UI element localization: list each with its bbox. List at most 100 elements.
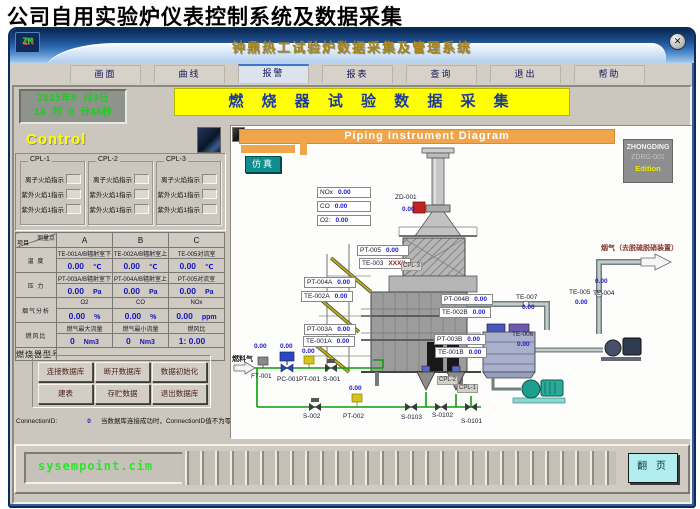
- connection-status: ConnectionID:0当数据库连接成功时，ConnectionID值不为零…: [16, 415, 256, 425]
- te-005-tag: TE-005: [569, 289, 590, 296]
- te-004-tag: TE-004: [593, 290, 614, 297]
- te-001a-readout: TE-001A0.00: [303, 336, 355, 347]
- tab-alarm[interactable]: 报警: [238, 64, 309, 83]
- group-title: CPL-2: [96, 156, 120, 163]
- simulation-button[interactable]: 仿真: [245, 156, 281, 173]
- diagram-title: Piping Instrument Diagram: [239, 129, 615, 144]
- indicator-label: 紫外火焰1指示: [89, 204, 132, 214]
- indicator-label: 紫外火焰1指示: [21, 204, 64, 214]
- s-002-tag: S-002: [303, 413, 320, 420]
- group-title: CPL-1: [28, 156, 52, 163]
- screen: 公司自用实验炉仪表控制系统及数据采集 ZM 钟鼎热工试验炉数据采集及管理系统 ✕…: [0, 0, 700, 509]
- cell-tag: CO: [113, 298, 169, 309]
- init-data-button[interactable]: 数据初始化: [152, 362, 207, 382]
- cell-tag: TE-002A/B辐射室上: [113, 248, 169, 259]
- cell-value: 1: 0.00: [169, 334, 225, 348]
- te-007-value: 0.00: [522, 304, 535, 311]
- flame-indicator: [202, 189, 217, 199]
- indicator-label: 紫外火焰1指示: [157, 204, 200, 214]
- cell-value: 0.00ppm: [169, 309, 225, 323]
- connect-db-button[interactable]: 连接数据库: [38, 362, 93, 382]
- database-button-panel: 连接数据库 断开数据库 数据初始化 建表 存贮数据 退出数据库: [32, 355, 211, 408]
- cell-tag: TE-005对流室: [169, 248, 225, 259]
- orange-bar: [241, 145, 295, 153]
- indicator-label: 离子火焰指示: [93, 174, 132, 184]
- tab-query[interactable]: 查询: [406, 65, 477, 83]
- zd-001-tag: ZD-001: [395, 194, 417, 201]
- flame-indicator: [66, 174, 81, 184]
- te-004-value: 0.00: [595, 278, 608, 285]
- row-label: 烟气分析: [16, 298, 57, 323]
- induced-draft-fan: [601, 338, 641, 361]
- titlebar: ZM 钟鼎热工试验炉数据采集及管理系统 ✕: [10, 29, 694, 63]
- cell-tag: PT-005对流室: [169, 273, 225, 284]
- tab-help[interactable]: 帮助: [574, 65, 645, 83]
- pt-001-value: 0.00: [302, 348, 315, 355]
- cell-value: 0.00℃: [57, 259, 113, 273]
- flue-gas-label: 烟气（去脱硫脱硝装置）: [601, 243, 678, 253]
- tab-screen[interactable]: 画面: [70, 65, 141, 83]
- time-text: 14 时 9 分48秒: [21, 106, 125, 120]
- chimney: [415, 148, 461, 236]
- o2-readout: O2:0.00: [317, 215, 371, 226]
- cell-tag: NOx: [169, 298, 225, 309]
- flame-indicator: [66, 189, 81, 199]
- close-button[interactable]: ✕: [669, 33, 686, 50]
- app-window: ZM 钟鼎热工试验炉数据采集及管理系统 ✕ 画面 曲线 报警 报表 查询 退出 …: [8, 27, 696, 508]
- date-text: 2015年9 月9日: [21, 92, 125, 106]
- pt-003a-readout: PT-003A0.00: [304, 324, 356, 335]
- cpl-1-tag: CPL-1: [457, 384, 478, 393]
- cell-tag: TE-001A/B辐射室下: [57, 248, 113, 259]
- client-area: 2015年9 月9日 14 时 9 分48秒 燃 烧 器 试 验 数 据 采 集…: [12, 85, 692, 504]
- te-005-value: 0.00: [575, 299, 588, 306]
- piping-diagram: Piping Instrument Diagram 仿真 ZHONGDING Z…: [230, 125, 692, 439]
- circulation-pump: [493, 378, 565, 403]
- statusbar: sysempoint.cim 翻 页: [14, 444, 690, 494]
- tab-curve[interactable]: 曲线: [154, 65, 225, 83]
- measurement-table: 测量点 项目 A B C 温 度 TE-001A/B辐射室下 TE-002A/B…: [15, 232, 225, 361]
- cell-value: 0Nm3: [57, 334, 113, 348]
- page-flip-button[interactable]: 翻 页: [628, 453, 678, 483]
- col-header: C: [169, 233, 225, 248]
- connection-label: ConnectionID:: [16, 418, 57, 425]
- indicator-label: 紫外火焰1指示: [157, 189, 200, 199]
- cell-tag: O2: [57, 298, 113, 309]
- cell-tag: 燃风比: [169, 323, 225, 334]
- row-label: 温 度: [16, 248, 57, 273]
- cell-value: 0.00Pa: [169, 284, 225, 298]
- ft-001-tag: FT-001: [251, 373, 272, 380]
- group-cpl-2: CPL-2 离子火焰指示 紫外火焰1指示 紫外火焰1指示: [88, 161, 153, 225]
- pc-001-tag: PC-001: [277, 376, 299, 383]
- control-label: Control: [26, 131, 86, 148]
- group-cpl-1: CPL-1 离子火焰指示 紫外火焰1指示 紫外火焰1指示: [20, 161, 85, 225]
- te-002a-readout: TE-002A0.00: [301, 291, 353, 302]
- cpl-2-tag: CPL-2: [437, 376, 458, 385]
- nox-readout: NOx0.00: [317, 187, 371, 198]
- te-002b-readout: TE-002B0.00: [439, 307, 491, 318]
- flame-indicator: [202, 204, 217, 214]
- pt-002-value: 0.00: [349, 385, 362, 392]
- filename-display: sysempoint.cim: [24, 452, 186, 484]
- indicator-label: 紫外火焰1指示: [21, 189, 64, 199]
- te-001b-readout: TE-001B0.00: [435, 347, 487, 358]
- photo-thumbnail: [197, 127, 221, 153]
- cell-value: 0Nm3: [113, 334, 169, 348]
- flame-indicator: [134, 189, 149, 199]
- tab-report[interactable]: 报表: [322, 65, 393, 83]
- col-header: B: [113, 233, 169, 248]
- cell-value: 0.00%: [113, 309, 169, 323]
- banner-title: 燃 烧 器 试 验 数 据 采 集: [174, 88, 570, 116]
- disconnect-db-button[interactable]: 断开数据库: [95, 362, 150, 382]
- tab-exit[interactable]: 退出: [490, 65, 561, 83]
- pc-001-value: 0.00: [280, 343, 293, 350]
- te-006-value: 0.00: [517, 341, 530, 348]
- flame-indicator: [66, 204, 81, 214]
- cell-tag: 燃气最大流量: [57, 323, 113, 334]
- cell-value: 0.00℃: [169, 259, 225, 273]
- exit-db-button[interactable]: 退出数据库: [152, 384, 207, 404]
- store-data-button[interactable]: 存贮数据: [95, 384, 150, 404]
- co-readout: CO0.00: [317, 201, 371, 212]
- te-007-tag: TE-007: [516, 294, 537, 301]
- create-table-button[interactable]: 建表: [38, 384, 93, 404]
- menubar: 画面 曲线 报警 报表 查询 退出 帮助: [12, 63, 692, 85]
